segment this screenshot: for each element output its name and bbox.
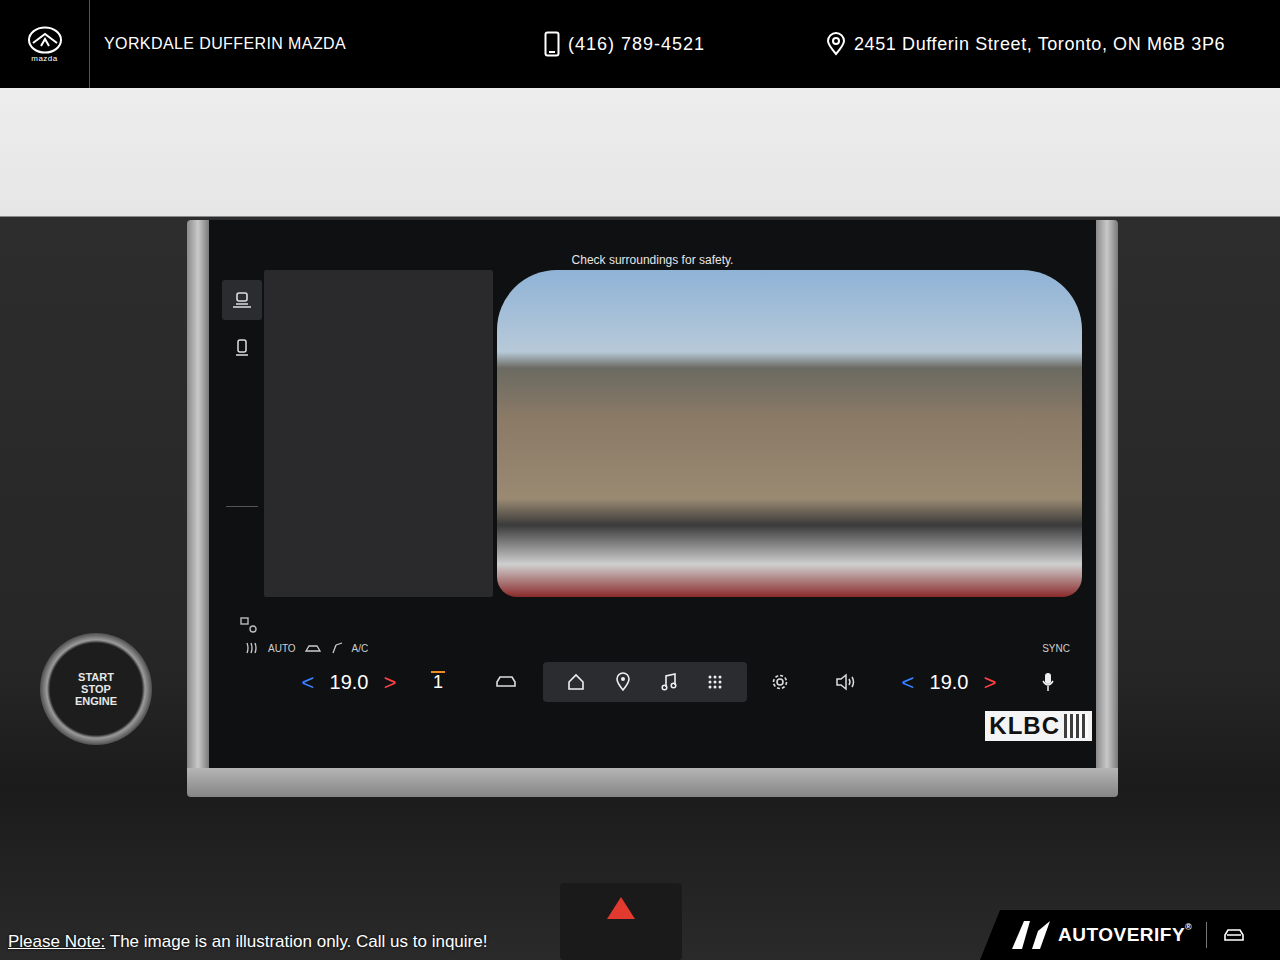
disclaimer: Please Note: The image is an illustratio… [8, 929, 487, 955]
hazard-button[interactable] [560, 883, 682, 960]
mazda-icon [27, 26, 63, 54]
camera-settings-icon[interactable] [240, 617, 260, 635]
ac-button[interactable]: A/C [352, 641, 369, 656]
logo-caption: mazda [31, 55, 58, 63]
autoverify-logo-icon [1010, 919, 1052, 951]
mazda-logo[interactable]: mazda [0, 0, 90, 88]
home-icon[interactable] [567, 673, 585, 691]
stock-sticker: KLBC [985, 711, 1092, 741]
engine-label: ENGINE [75, 695, 117, 707]
climate-bar: < 19.0 > 1 < 19.0 > [220, 659, 1096, 705]
microphone-icon[interactable] [1041, 672, 1055, 692]
registered-mark: ® [1185, 922, 1192, 932]
seat-heat-icon[interactable] [244, 641, 260, 655]
left-temp-up[interactable]: > [379, 666, 401, 699]
recirculation-icon[interactable] [304, 642, 322, 654]
disclaimer-label: Please Note: [8, 932, 105, 951]
dashboard-photo: Check surroundings for safety. [0, 88, 1280, 960]
address-link[interactable]: 2451 Dufferin Street, Toronto, ON M6B 3P… [826, 31, 1225, 58]
left-temp: 19.0 [319, 667, 379, 697]
car-top-icon [234, 339, 250, 357]
car-rear-icon [232, 291, 252, 309]
stock-code: KLBC [989, 711, 1060, 741]
climate-mode-row: AUTO A/C SYNC [220, 637, 1096, 659]
sync-button[interactable]: SYNC [1042, 641, 1070, 656]
autoverify-badge[interactable]: AUTOVERIFY® [980, 910, 1280, 960]
left-temp-down[interactable]: < [297, 666, 319, 699]
right-temp-down[interactable]: < [897, 666, 919, 699]
airflow-icon[interactable] [330, 641, 344, 655]
location-pin-icon [826, 32, 846, 56]
start-label: START [78, 671, 114, 683]
disclaimer-text: The image is an illustration only. Call … [110, 932, 488, 951]
right-temp-up[interactable]: > [979, 666, 1001, 699]
safety-notice: Check surroundings for safety. [220, 250, 1096, 270]
dealer-header: mazda YORKDALE DUFFERIN MAZDA (416) 789-… [0, 0, 1280, 88]
view-sidebar [220, 270, 264, 597]
autoverify-name: AUTOVERIFY [1058, 924, 1185, 945]
stop-label: STOP [81, 683, 111, 695]
car-icon[interactable] [495, 674, 517, 690]
camera-view [497, 270, 1082, 597]
music-icon[interactable] [661, 673, 677, 691]
nav-group [543, 662, 747, 702]
phone-text[interactable]: (416) 789-4521 [568, 31, 705, 58]
apps-grid-icon[interactable] [707, 674, 723, 690]
address-text[interactable]: 2451 Dufferin Street, Toronto, ON M6B 3P… [854, 31, 1225, 58]
dealer-name[interactable]: YORKDALE DUFFERIN MAZDA [104, 32, 544, 56]
auto-button[interactable]: AUTO [268, 641, 296, 656]
rear-view-button[interactable] [222, 280, 262, 320]
volume-icon[interactable] [835, 673, 857, 691]
side-view-panel [264, 270, 493, 597]
right-temp: 19.0 [919, 667, 979, 697]
top-view-button[interactable] [222, 328, 262, 368]
hazard-icon [605, 895, 637, 921]
phone-link[interactable]: (416) 789-4521 [544, 31, 826, 58]
navigation-pin-icon[interactable] [615, 672, 631, 692]
fan-speed[interactable]: 1 [431, 671, 445, 693]
gear-icon[interactable] [771, 673, 789, 691]
car-icon [1223, 927, 1245, 943]
qr-code-icon [1064, 714, 1088, 738]
infotainment-screen: Check surroundings for safety. [187, 220, 1118, 797]
phone-icon [544, 31, 560, 57]
start-stop-button[interactable]: START STOP ENGINE [40, 633, 152, 745]
